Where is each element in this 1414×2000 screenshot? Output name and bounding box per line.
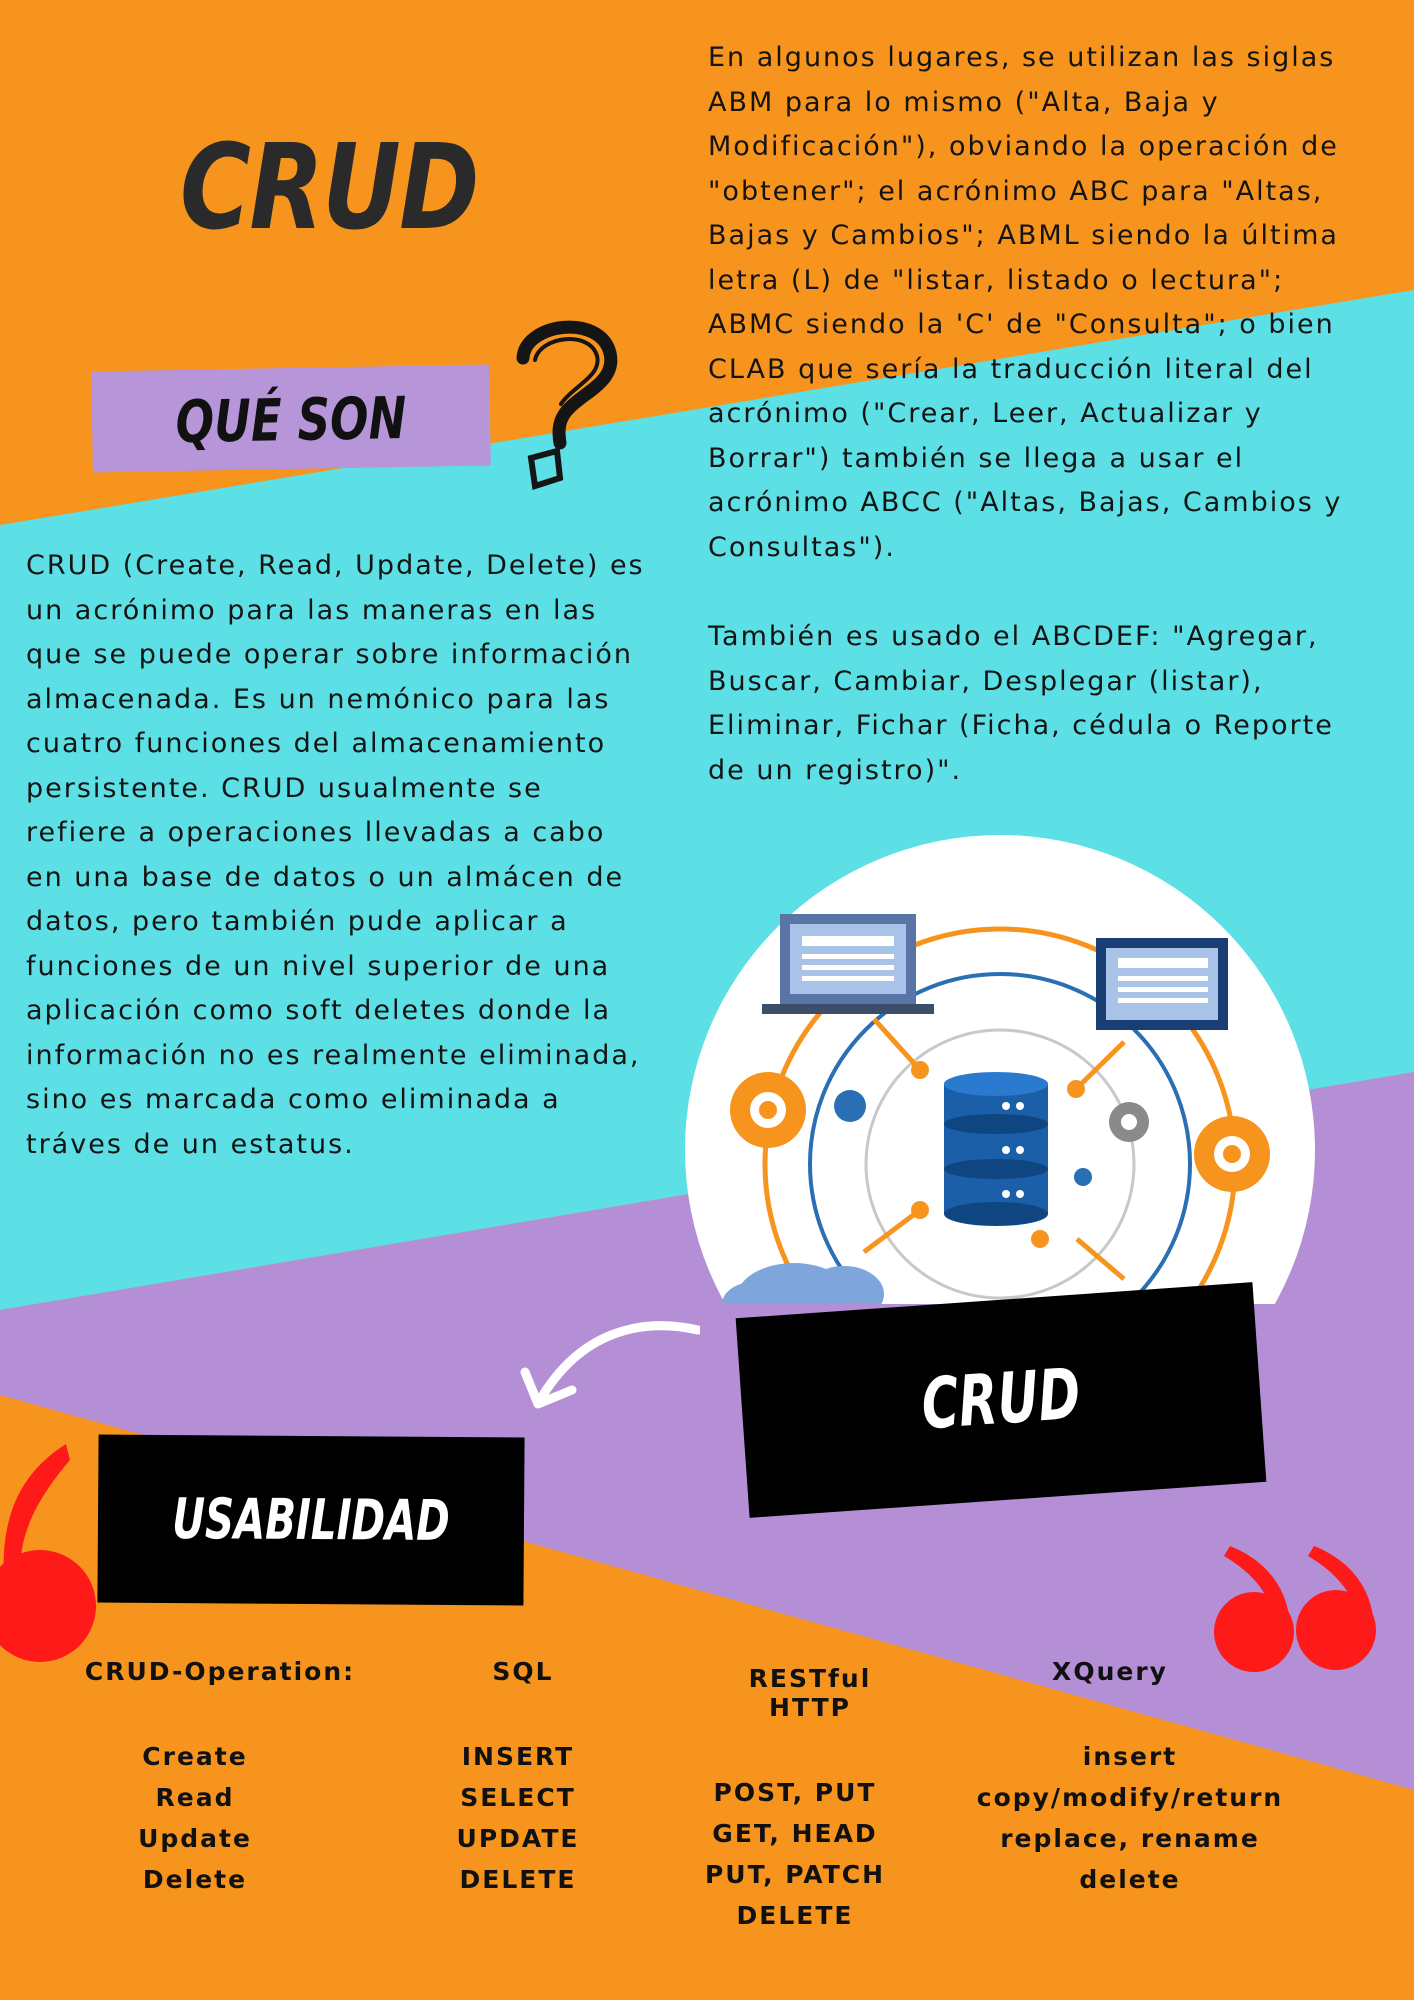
usabilidad-label: USABILIDAD	[171, 1487, 451, 1554]
abm-paragraph: En algunos lugares, se utilizan las sigl…	[708, 42, 1343, 563]
column-items: INSERT SELECT UPDATE DELETE	[456, 1742, 580, 1894]
abcdef-paragraph: También es usado el ABCDEF: "Agregar, Bu…	[708, 621, 1334, 786]
column-items: insert copy/modify/return replace, renam…	[976, 1742, 1284, 1894]
database-icon	[944, 1072, 1048, 1226]
column-header: XQuery	[1052, 1657, 1168, 1686]
monitor-icon	[1096, 938, 1228, 1030]
intro-paragraph: CRUD (Create, Read, Update, Delete) es u…	[26, 550, 645, 1160]
close-quote-icon	[1214, 1546, 1376, 1672]
gear-icon	[730, 1072, 806, 1148]
gear-icon	[1109, 1102, 1149, 1142]
column-xquery: XQuery insert copy/modify/return replace…	[960, 1657, 1300, 1900]
question-mark-icon	[516, 320, 618, 490]
que-son-label: QUÉ SON	[175, 383, 407, 457]
crud-label: CRUD	[918, 1352, 1083, 1446]
column-items: POST, PUT GET, HEAD PUT, PATCH DELETE	[704, 1778, 886, 1930]
crud-label-box: CRUD	[735, 1282, 1267, 1518]
usabilidad-box: USABILIDAD	[97, 1434, 525, 1606]
curved-arrow-icon	[520, 1321, 700, 1409]
que-son-banner: QUÉ SON	[91, 364, 491, 473]
column-header: CRUD-Operation:	[84, 1657, 356, 1686]
open-quote-icon	[0, 1444, 96, 1662]
page-title: CRUD	[180, 118, 479, 256]
column-header: SQL	[492, 1657, 554, 1686]
database-network-illustration	[685, 835, 1315, 1304]
column-sql: SQL INSERT SELECT UPDATE DELETE	[428, 1657, 608, 1900]
column-items: Create Read Update Delete	[138, 1742, 252, 1894]
column-restful-http: RESTful HTTP POST, PUT GET, HEAD PUT, PA…	[680, 1664, 910, 1936]
laptop-icon	[762, 914, 934, 1014]
gear-icon	[1194, 1116, 1270, 1192]
column-header: RESTful HTTP	[748, 1664, 872, 1722]
column-crud-operation: CRUD-Operation: Create Read Update Delet…	[80, 1657, 360, 1900]
